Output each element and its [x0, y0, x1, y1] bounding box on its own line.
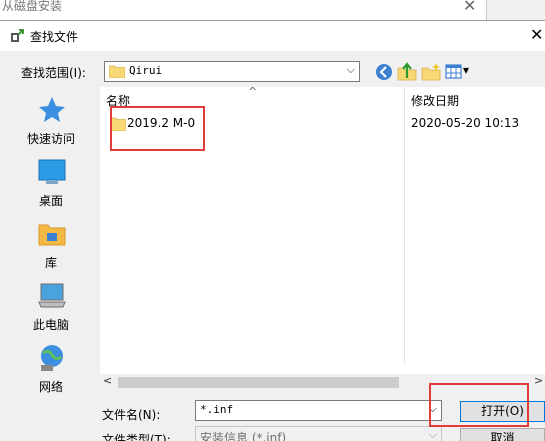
computer-icon — [38, 283, 66, 308]
scroll-right-icon[interactable]: > — [534, 374, 543, 387]
dialog-title: 查找文件 — [30, 30, 79, 44]
up-folder-icon[interactable] — [397, 62, 417, 82]
filetype-select[interactable]: 安装信息 (*.inf) ⌵ — [195, 426, 442, 441]
highlight-annotation — [429, 383, 529, 427]
chevron-down-icon: ⌵ — [346, 63, 355, 76]
view-grid-icon — [445, 64, 462, 79]
folder-icon — [109, 65, 125, 78]
column-header-date[interactable]: 修改日期 — [411, 92, 459, 109]
network-icon — [41, 345, 63, 371]
filename-value: *.inf — [200, 403, 234, 416]
place-label: 桌面 — [38, 194, 63, 208]
desktop-icon — [38, 159, 66, 184]
star-icon — [39, 97, 65, 122]
filetype-label: 文件类型(T): — [102, 433, 171, 441]
place-network[interactable]: 网络 — [3, 339, 99, 401]
file-list[interactable]: ^ 名称 修改日期 2019.2 M-0 2020-05-20 10:13 — [100, 85, 545, 383]
sort-caret-icon: ^ — [248, 85, 258, 98]
titlebar: 查找文件 ✕ — [0, 21, 545, 51]
places-bar: 快速访问 桌面 库 此电脑 网络 — [3, 91, 99, 394]
place-this-pc[interactable]: 此电脑 — [3, 277, 99, 339]
cancel-button[interactable]: 取消 — [460, 428, 545, 441]
back-icon[interactable] — [374, 62, 394, 82]
file-date: 2020-05-20 10:13 — [411, 116, 520, 130]
scrollbar-thumb[interactable] — [118, 377, 399, 388]
background-window: 从磁盘安装 ✕ — [0, 0, 487, 20]
chevron-down-icon: ⌵ — [428, 428, 437, 441]
lookin-label: 查找范围(I): — [21, 66, 86, 80]
view-menu-button[interactable]: ▾ — [444, 62, 474, 82]
lookin-combo[interactable]: Qirui ⌵ — [104, 61, 360, 82]
place-library[interactable]: 库 — [3, 215, 99, 277]
place-quick-access[interactable]: 快速访问 — [3, 91, 99, 153]
highlight-annotation — [110, 106, 205, 151]
find-file-dialog: 查找文件 ✕ 查找范围(I): Qirui ⌵ ▾ 快速访问 桌面 库 此电脑 … — [0, 20, 545, 441]
place-label: 库 — [44, 256, 57, 270]
filename-input[interactable]: *.inf ⌵ — [195, 400, 442, 421]
library-icon — [38, 224, 66, 246]
background-close-icon[interactable]: ✕ — [463, 0, 476, 15]
place-desktop[interactable]: 桌面 — [3, 153, 99, 215]
view-chevron-icon: ▾ — [463, 63, 470, 77]
filename-label: 文件名(N): — [102, 408, 161, 422]
filetype-value: 安装信息 (*.inf) — [200, 431, 287, 441]
place-label: 网络 — [38, 380, 63, 394]
lookin-value: Qirui — [129, 64, 163, 77]
new-folder-icon[interactable] — [421, 62, 441, 82]
background-window-title: 从磁盘安装 — [2, 0, 63, 13]
app-icon — [11, 29, 24, 42]
scroll-left-icon[interactable]: < — [103, 374, 112, 387]
close-icon[interactable]: ✕ — [530, 25, 543, 44]
place-label: 快速访问 — [26, 132, 75, 146]
place-label: 此电脑 — [32, 318, 69, 332]
